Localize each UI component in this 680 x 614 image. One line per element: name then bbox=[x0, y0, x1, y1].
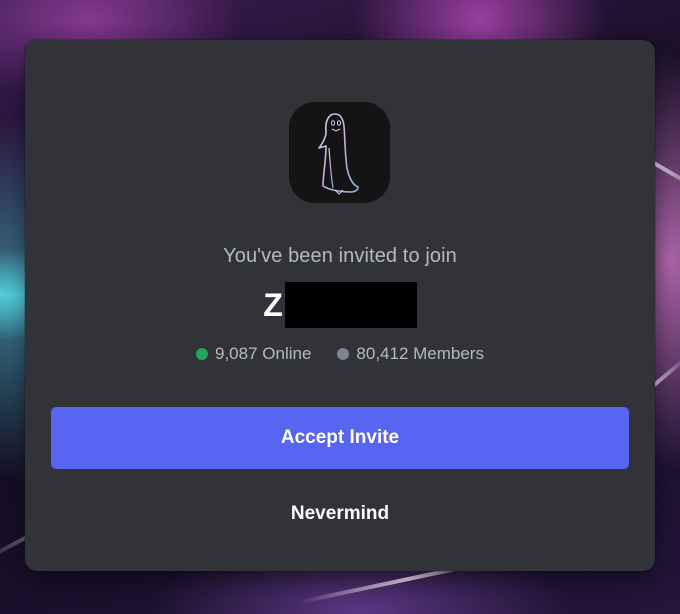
members-dot-icon bbox=[337, 348, 350, 360]
penguin-icon bbox=[318, 113, 359, 195]
online-count: 9,087 Online bbox=[215, 344, 312, 363]
server-name: Z bbox=[263, 287, 283, 323]
member-count: 80,412 Members bbox=[356, 344, 484, 363]
accept-invite-button[interactable]: Accept Invite bbox=[51, 407, 629, 469]
redaction-block bbox=[284, 282, 417, 328]
server-avatar bbox=[289, 102, 390, 203]
members-stat: 80,412 Members bbox=[337, 344, 484, 364]
online-stat: 9,087 Online bbox=[196, 344, 311, 364]
invite-modal: You've been invited to join Z 9,087 Onli… bbox=[25, 40, 655, 571]
online-dot-icon bbox=[196, 348, 208, 360]
invite-heading: You've been invited to join bbox=[223, 245, 457, 267]
nevermind-button[interactable]: Nevermind bbox=[51, 492, 629, 536]
server-stats: 9,087 Online 80,412 Members bbox=[25, 344, 655, 364]
server-name-row: Z bbox=[25, 282, 655, 328]
